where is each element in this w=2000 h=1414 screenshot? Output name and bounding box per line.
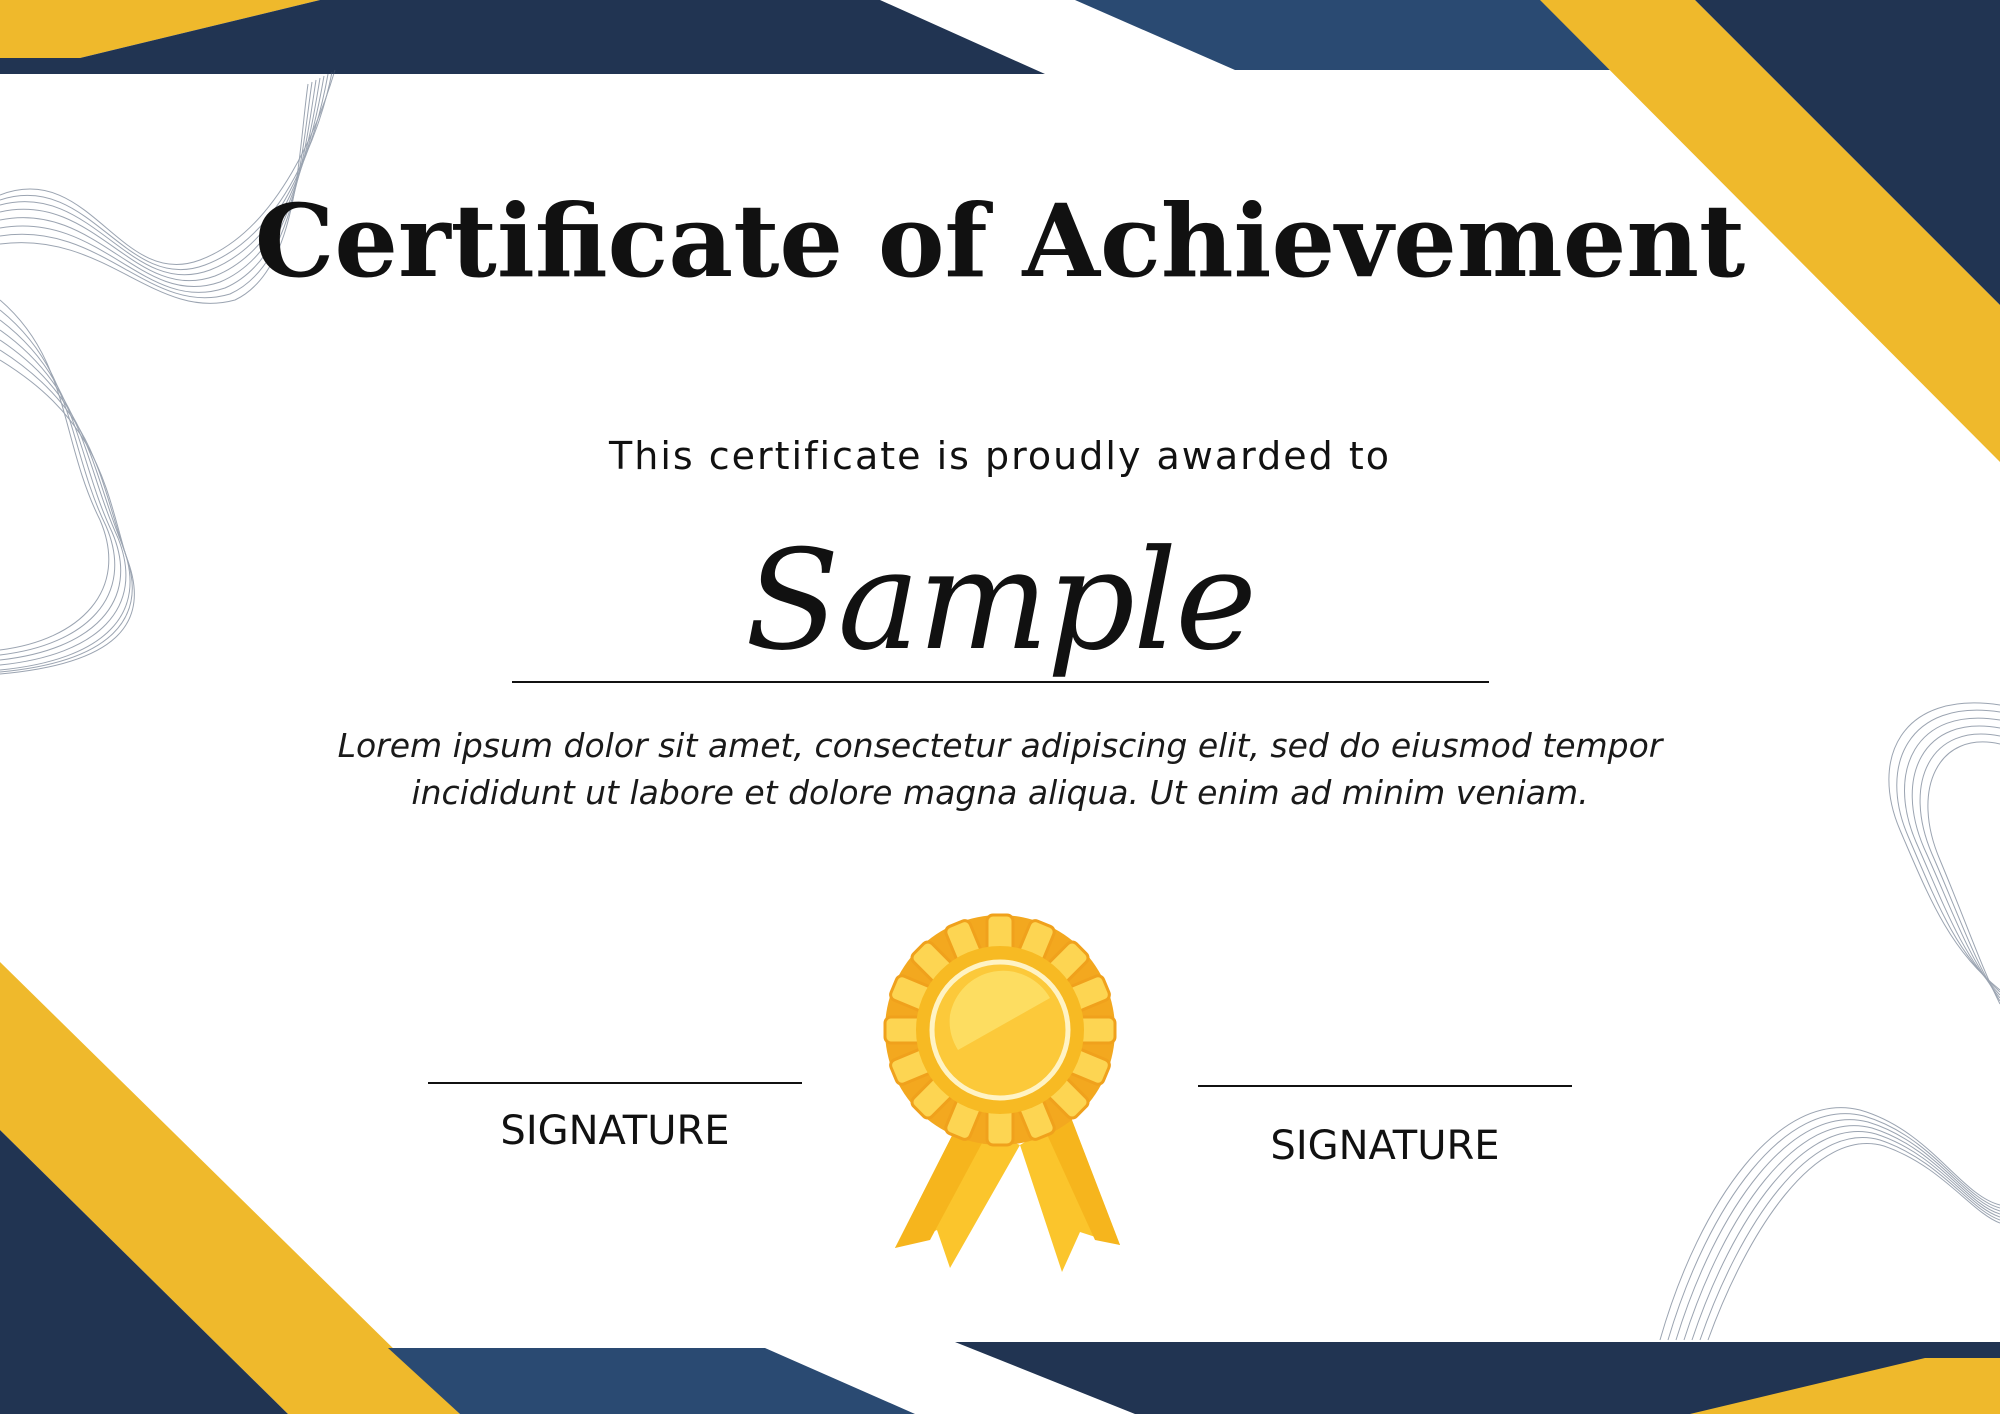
award-subtitle: This certificate is proudly awarded to <box>609 434 1391 478</box>
recipient-name: Sample <box>745 520 1257 681</box>
signature-line-right <box>1198 1085 1572 1087</box>
certificate-page: Certificate of Achievement This certific… <box>0 0 2000 1414</box>
description-line: Lorem ipsum dolor sit amet, consectetur … <box>337 726 1663 765</box>
award-rosette-icon <box>883 913 1120 1272</box>
certificate-description: Lorem ipsum dolor sit amet, consectetur … <box>290 722 1710 816</box>
signature-label-right: SIGNATURE <box>1270 1123 1500 1169</box>
signature-line-left <box>428 1082 802 1084</box>
description-line: incididunt ut labore et dolore magna ali… <box>411 773 1589 812</box>
certificate-title: Certificate of Achievement <box>254 182 1746 300</box>
wave-ornament-bottom-right <box>1659 1107 2000 1341</box>
bottom-blue-band <box>388 1348 915 1414</box>
signature-label-left: SIGNATURE <box>500 1108 730 1154</box>
top-blue-band <box>1075 0 1610 70</box>
recipient-underline <box>512 681 1489 683</box>
wave-ornament-right <box>1888 702 2000 1005</box>
